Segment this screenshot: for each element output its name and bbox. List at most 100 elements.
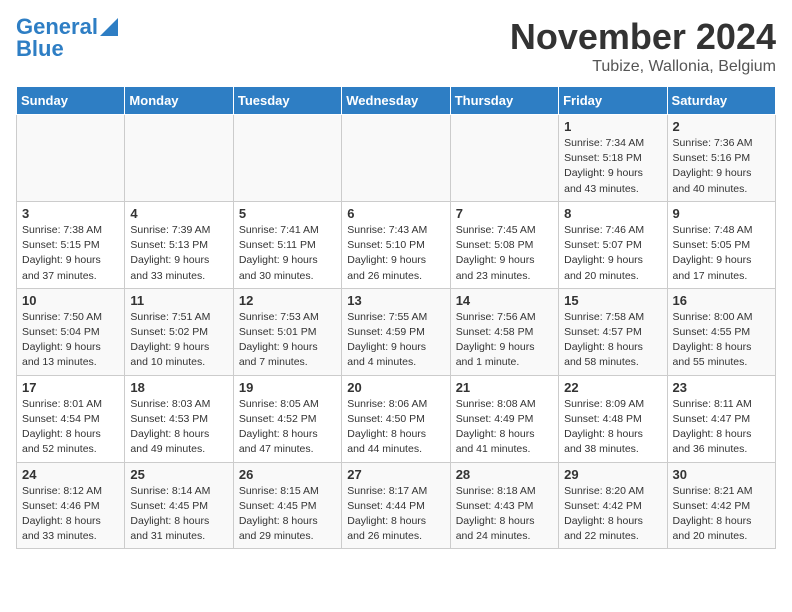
day-number: 8 [564,206,661,221]
calendar-cell: 21 Sunrise: 8:08 AM Sunset: 4:49 PM Dayli… [450,375,558,462]
day-number: 10 [22,293,119,308]
day-number: 26 [239,467,336,482]
day-info: Sunrise: 7:56 AM Sunset: 4:58 PM Dayligh… [456,310,553,371]
day-info: Sunrise: 8:20 AM Sunset: 4:42 PM Dayligh… [564,484,661,545]
day-number: 23 [673,380,770,395]
day-header-monday: Monday [125,87,233,115]
day-header-tuesday: Tuesday [233,87,341,115]
day-number: 15 [564,293,661,308]
calendar-cell: 1 Sunrise: 7:34 AM Sunset: 5:18 PM Daylig… [559,115,667,202]
day-info: Sunrise: 8:15 AM Sunset: 4:45 PM Dayligh… [239,484,336,545]
week-row-3: 10 Sunrise: 7:50 AM Sunset: 5:04 PM Dayli… [17,288,776,375]
day-header-wednesday: Wednesday [342,87,450,115]
day-info: Sunrise: 8:03 AM Sunset: 4:53 PM Dayligh… [130,397,227,458]
day-number: 20 [347,380,444,395]
day-number: 1 [564,119,661,134]
calendar-cell: 14 Sunrise: 7:56 AM Sunset: 4:58 PM Dayli… [450,288,558,375]
day-number: 30 [673,467,770,482]
logo-blue-text: Blue [16,38,64,60]
calendar-cell: 30 Sunrise: 8:21 AM Sunset: 4:42 PM Dayli… [667,462,775,549]
day-number: 13 [347,293,444,308]
week-row-5: 24 Sunrise: 8:12 AM Sunset: 4:46 PM Dayli… [17,462,776,549]
title-area: November 2024 Tubize, Wallonia, Belgium [510,16,776,76]
calendar-cell: 16Sunrise: 8:00 AM Sunset: 4:55 PM Dayli… [667,288,775,375]
day-header-thursday: Thursday [450,87,558,115]
day-info: Sunrise: 7:53 AM Sunset: 5:01 PM Dayligh… [239,310,336,371]
calendar-cell: 9Sunrise: 7:48 AM Sunset: 5:05 PM Daylig… [667,201,775,288]
day-number: 21 [456,380,553,395]
day-number: 17 [22,380,119,395]
day-number: 7 [456,206,553,221]
day-info: Sunrise: 7:38 AM Sunset: 5:15 PM Dayligh… [22,223,119,284]
logo-arrow-icon [100,18,118,36]
calendar-cell: 8 Sunrise: 7:46 AM Sunset: 5:07 PM Daylig… [559,201,667,288]
day-number: 29 [564,467,661,482]
day-info: Sunrise: 7:50 AM Sunset: 5:04 PM Dayligh… [22,310,119,371]
day-info: Sunrise: 7:45 AM Sunset: 5:08 PM Dayligh… [456,223,553,284]
day-info: Sunrise: 8:01 AM Sunset: 4:54 PM Dayligh… [22,397,119,458]
calendar-cell: 3 Sunrise: 7:38 AM Sunset: 5:15 PM Daylig… [17,201,125,288]
calendar-table: SundayMondayTuesdayWednesdayThursdayFrid… [16,86,776,549]
calendar-cell: 24 Sunrise: 8:12 AM Sunset: 4:46 PM Dayli… [17,462,125,549]
day-info: Sunrise: 8:06 AM Sunset: 4:50 PM Dayligh… [347,397,444,458]
calendar-cell: 20 Sunrise: 8:06 AM Sunset: 4:50 PM Dayli… [342,375,450,462]
day-number: 27 [347,467,444,482]
day-number: 22 [564,380,661,395]
day-number: 16 [673,293,770,308]
calendar-cell [125,115,233,202]
day-info: Sunrise: 7:51 AM Sunset: 5:02 PM Dayligh… [130,310,227,371]
week-row-2: 3 Sunrise: 7:38 AM Sunset: 5:15 PM Daylig… [17,201,776,288]
day-number: 18 [130,380,227,395]
calendar-cell: 11 Sunrise: 7:51 AM Sunset: 5:02 PM Dayli… [125,288,233,375]
day-header-saturday: Saturday [667,87,775,115]
calendar-cell: 4 Sunrise: 7:39 AM Sunset: 5:13 PM Daylig… [125,201,233,288]
calendar-cell: 10 Sunrise: 7:50 AM Sunset: 5:04 PM Dayli… [17,288,125,375]
calendar-cell: 23Sunrise: 8:11 AM Sunset: 4:47 PM Dayli… [667,375,775,462]
calendar-cell [17,115,125,202]
day-info: Sunrise: 7:46 AM Sunset: 5:07 PM Dayligh… [564,223,661,284]
day-info: Sunrise: 8:14 AM Sunset: 4:45 PM Dayligh… [130,484,227,545]
logo: General Blue [16,16,118,60]
calendar-header-row: SundayMondayTuesdayWednesdayThursdayFrid… [17,87,776,115]
day-number: 19 [239,380,336,395]
calendar-cell: 27 Sunrise: 8:17 AM Sunset: 4:44 PM Dayli… [342,462,450,549]
day-number: 11 [130,293,227,308]
day-number: 24 [22,467,119,482]
page-header: General Blue November 2024 Tubize, Wallo… [16,16,776,76]
day-info: Sunrise: 8:18 AM Sunset: 4:43 PM Dayligh… [456,484,553,545]
day-number: 14 [456,293,553,308]
day-info: Sunrise: 7:58 AM Sunset: 4:57 PM Dayligh… [564,310,661,371]
calendar-cell: 25Sunrise: 8:14 AM Sunset: 4:45 PM Dayli… [125,462,233,549]
calendar-cell [233,115,341,202]
day-info: Sunrise: 8:12 AM Sunset: 4:46 PM Dayligh… [22,484,119,545]
month-title: November 2024 [510,16,776,58]
day-info: Sunrise: 8:17 AM Sunset: 4:44 PM Dayligh… [347,484,444,545]
calendar-cell: 19 Sunrise: 8:05 AM Sunset: 4:52 PM Dayli… [233,375,341,462]
calendar-cell: 18 Sunrise: 8:03 AM Sunset: 4:53 PM Dayli… [125,375,233,462]
calendar-cell [342,115,450,202]
day-info: Sunrise: 8:08 AM Sunset: 4:49 PM Dayligh… [456,397,553,458]
day-info: Sunrise: 8:09 AM Sunset: 4:48 PM Dayligh… [564,397,661,458]
calendar-cell: 12 Sunrise: 7:53 AM Sunset: 5:01 PM Dayli… [233,288,341,375]
day-info: Sunrise: 7:39 AM Sunset: 5:13 PM Dayligh… [130,223,227,284]
day-info: Sunrise: 8:21 AM Sunset: 4:42 PM Dayligh… [673,484,770,545]
day-number: 28 [456,467,553,482]
day-info: Sunrise: 7:34 AM Sunset: 5:18 PM Dayligh… [564,136,661,197]
day-info: Sunrise: 7:36 AM Sunset: 5:16 PM Dayligh… [673,136,770,197]
calendar-cell: 15 Sunrise: 7:58 AM Sunset: 4:57 PM Dayli… [559,288,667,375]
day-number: 5 [239,206,336,221]
calendar-cell: 29 Sunrise: 8:20 AM Sunset: 4:42 PM Dayli… [559,462,667,549]
day-number: 2 [673,119,770,134]
day-header-sunday: Sunday [17,87,125,115]
calendar-cell: 17 Sunrise: 8:01 AM Sunset: 4:54 PM Dayli… [17,375,125,462]
calendar-cell: 5 Sunrise: 7:41 AM Sunset: 5:11 PM Daylig… [233,201,341,288]
calendar-cell [450,115,558,202]
day-info: Sunrise: 8:05 AM Sunset: 4:52 PM Dayligh… [239,397,336,458]
day-number: 4 [130,206,227,221]
day-number: 12 [239,293,336,308]
day-number: 9 [673,206,770,221]
logo-text: General [16,16,98,38]
day-info: Sunrise: 7:41 AM Sunset: 5:11 PM Dayligh… [239,223,336,284]
day-number: 3 [22,206,119,221]
day-info: Sunrise: 7:55 AM Sunset: 4:59 PM Dayligh… [347,310,444,371]
